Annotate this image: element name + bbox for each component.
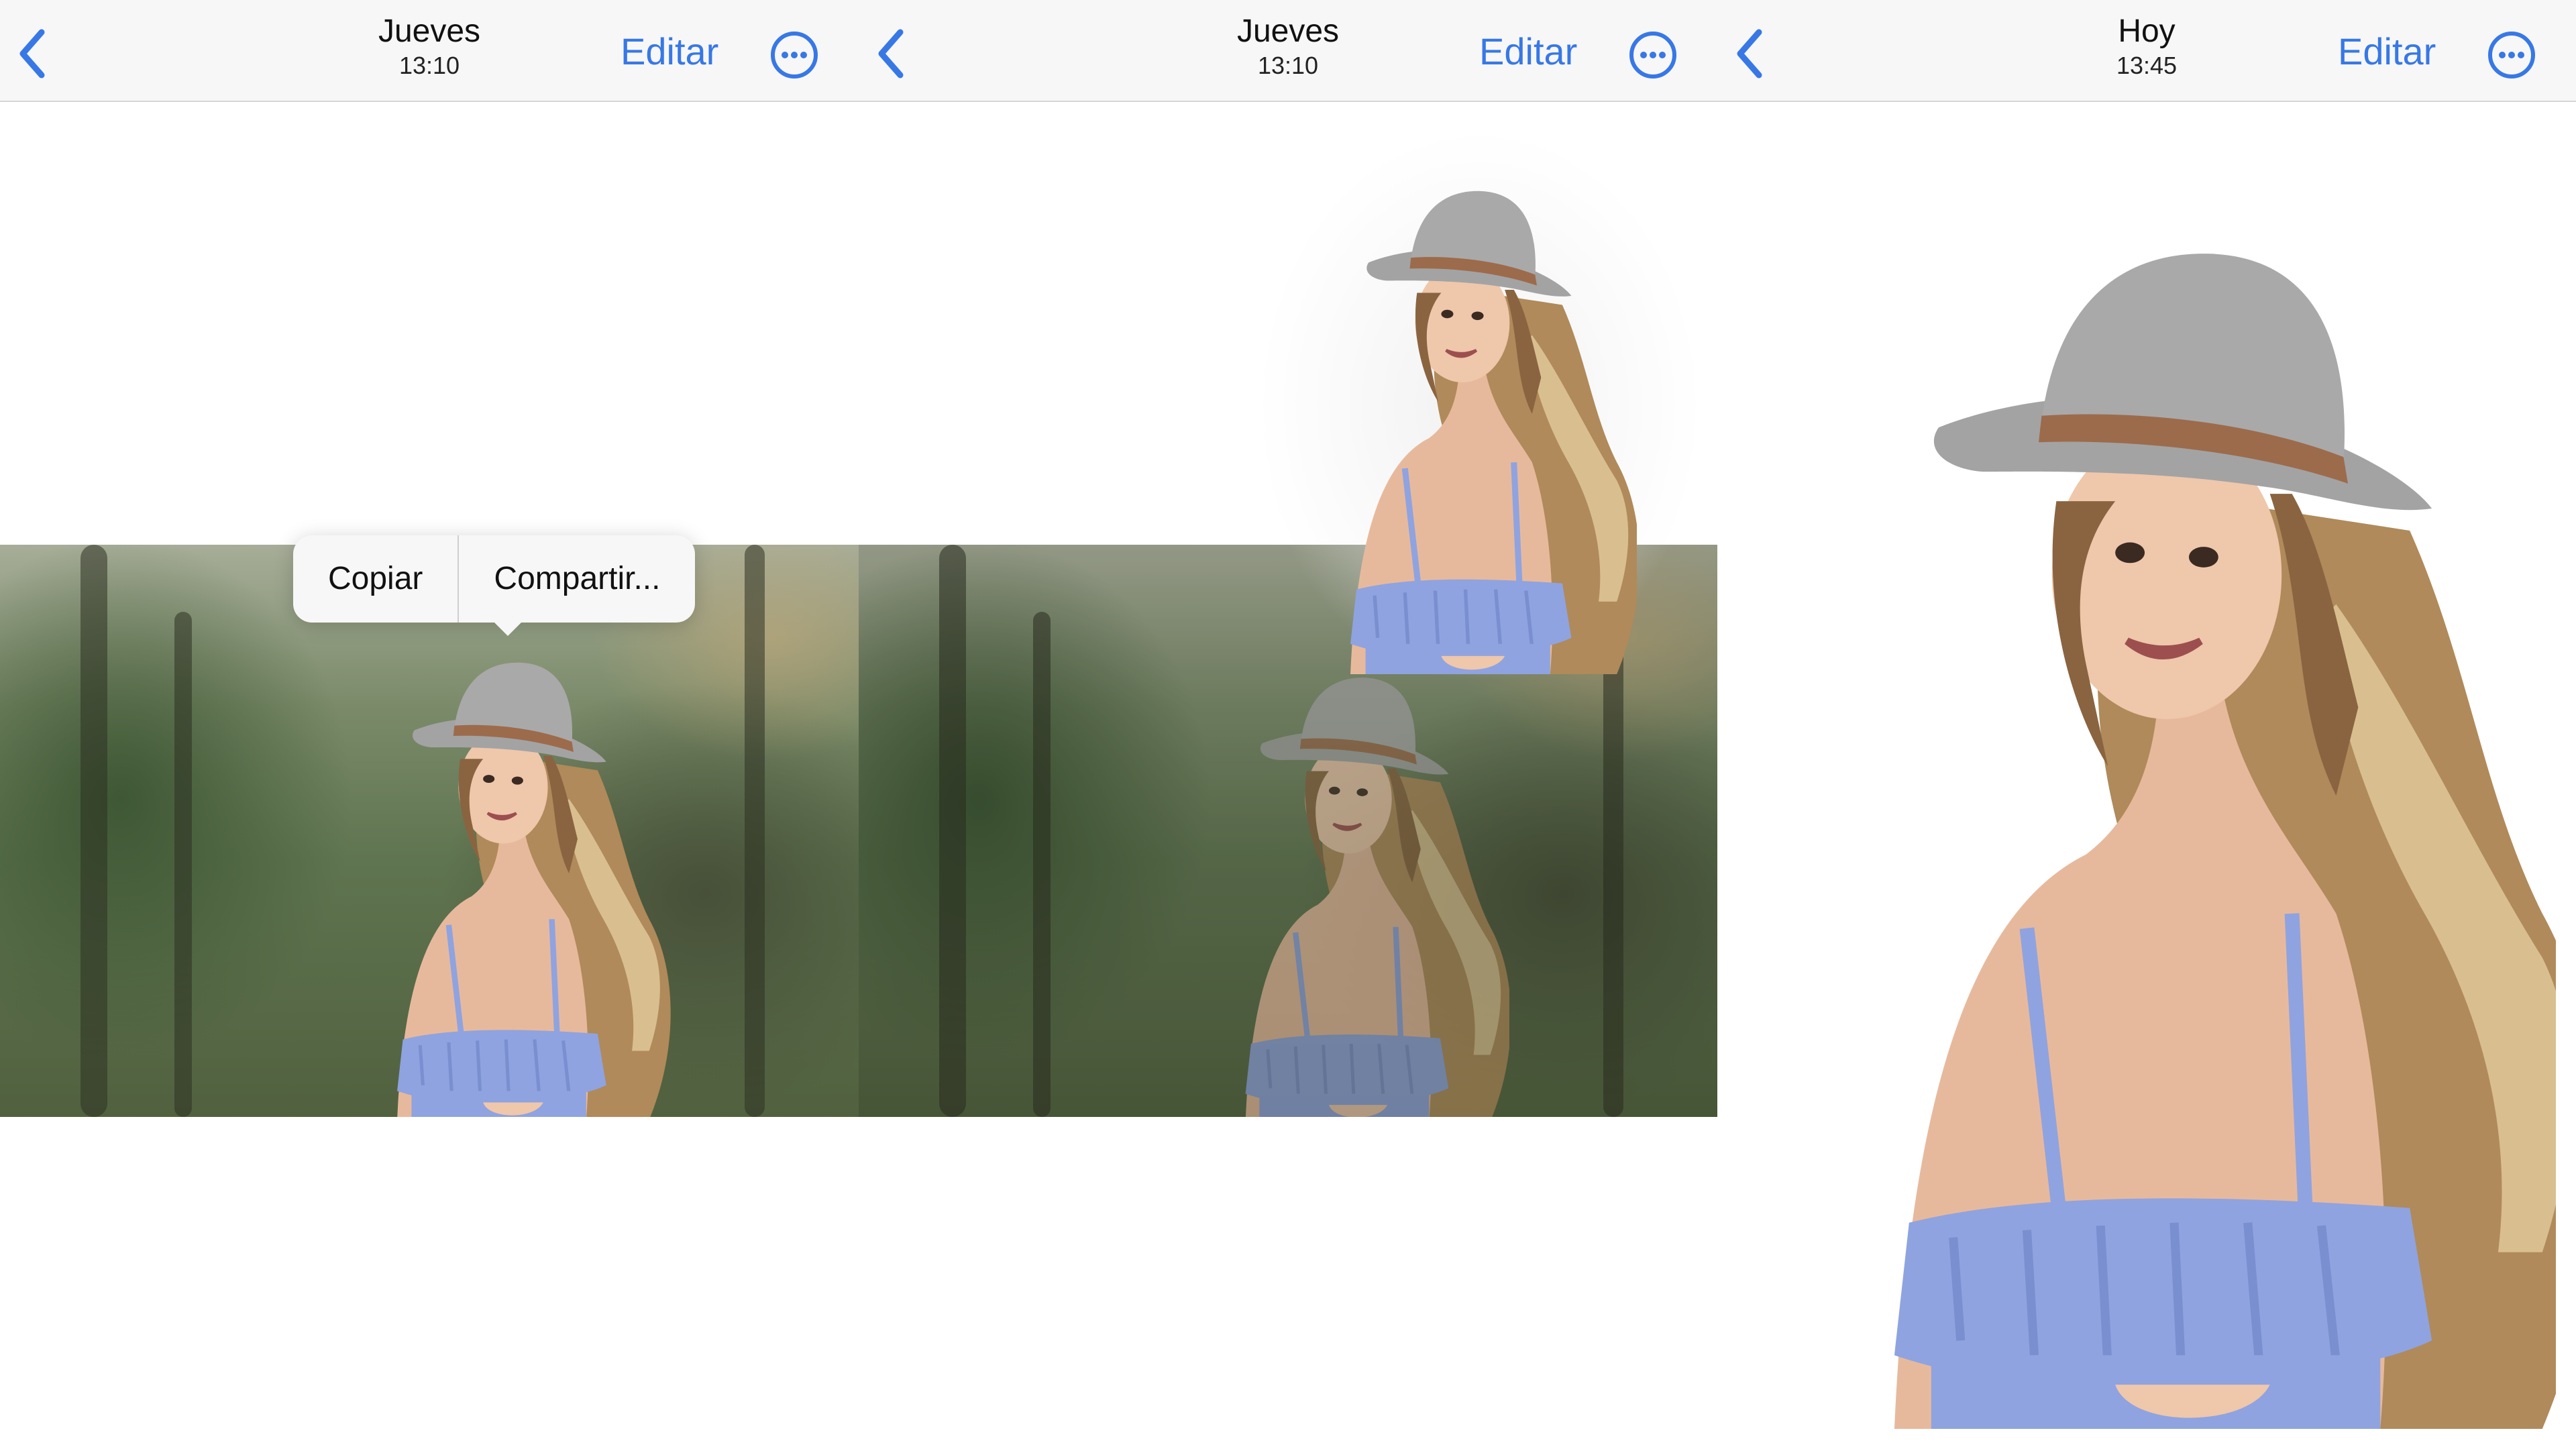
lifted-subject[interactable] — [1288, 178, 1637, 674]
edit-button[interactable]: Editar — [2338, 28, 2436, 75]
chevron-left-icon[interactable] — [15, 27, 52, 80]
tree-trunk — [939, 545, 966, 1117]
nav-title: Hoy — [2118, 13, 2176, 49]
tree-trunk — [174, 612, 192, 1117]
tree-trunk — [1033, 612, 1051, 1117]
ellipsis-circle-icon[interactable] — [769, 30, 820, 80]
panel-copy-menu: Jueves 13:10 Editar Copiar Compartir... — [0, 0, 859, 1449]
context-menu: Copiar Compartir... — [293, 535, 696, 623]
share-menu-item[interactable]: Compartir... — [459, 535, 695, 623]
nav-title: Jueves — [1236, 13, 1340, 49]
nav-titles: Jueves 13:10 — [329, 12, 530, 80]
nav-titles: Hoy 13:45 — [2046, 12, 2247, 80]
tree-trunk — [80, 545, 107, 1117]
ellipsis-circle-icon[interactable] — [1627, 30, 1678, 80]
menu-pointer — [493, 621, 523, 636]
chevron-left-icon[interactable] — [1732, 27, 1770, 80]
nav-time: 13:10 — [1257, 52, 1319, 79]
subject-woman[interactable] — [335, 650, 671, 1117]
navigation-bar: Hoy 13:45 Editar — [1717, 0, 2576, 102]
edit-button[interactable]: Editar — [621, 28, 718, 75]
cutout-subject[interactable] — [1778, 221, 2556, 1429]
tree-trunk — [745, 545, 765, 1117]
nav-time: 13:45 — [2116, 52, 2178, 79]
photo[interactable] — [0, 545, 859, 1117]
copy-menu-item[interactable]: Copiar — [293, 535, 458, 623]
chevron-left-icon[interactable] — [873, 27, 911, 80]
nav-title: Jueves — [378, 13, 481, 49]
panel-pasted-cutout: Hoy 13:45 Editar — [1717, 0, 2576, 1449]
ellipsis-circle-icon[interactable] — [2486, 30, 2537, 80]
navigation-bar: Jueves 13:10 Editar — [0, 0, 859, 102]
panel-lifted-subject: Jueves 13:10 Editar — [859, 0, 1717, 1449]
edit-button[interactable]: Editar — [1479, 28, 1577, 75]
navigation-bar: Jueves 13:10 Editar — [859, 0, 1717, 102]
nav-time: 13:10 — [398, 52, 460, 79]
nav-titles: Jueves 13:10 — [1187, 12, 1389, 80]
subject-woman-shadow — [1187, 665, 1509, 1117]
